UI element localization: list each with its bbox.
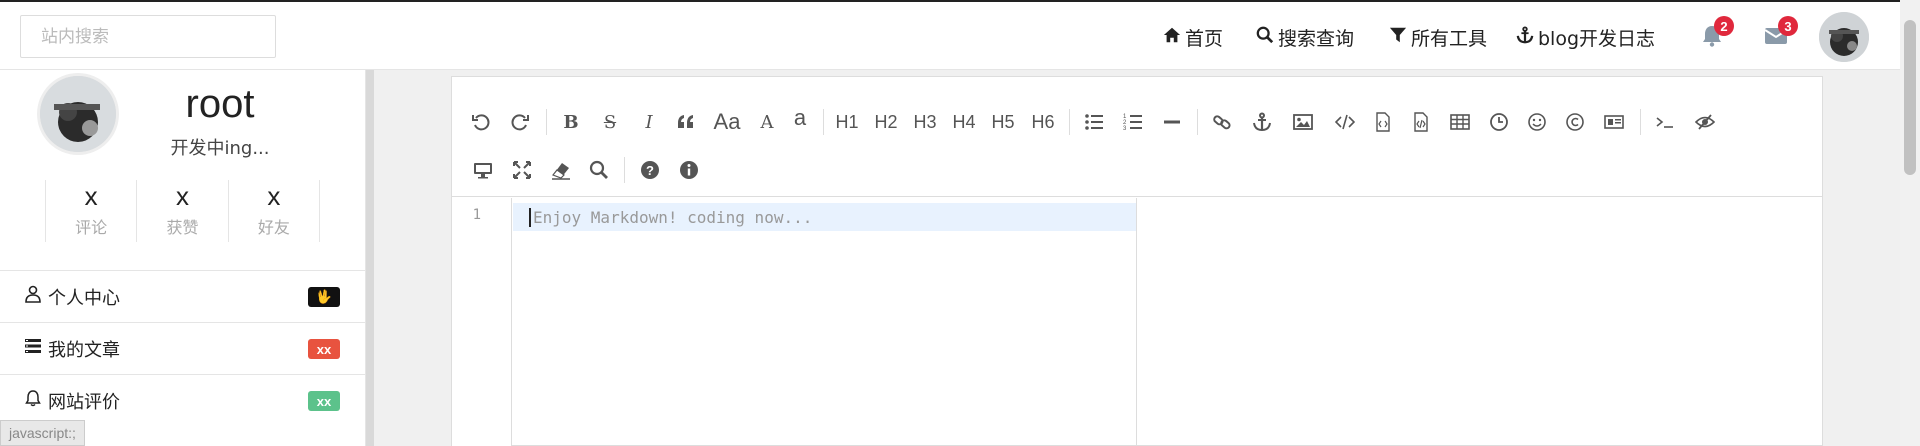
profile-status: 开发中ing... [170, 138, 270, 159]
anchor-icon [1516, 26, 1534, 49]
home-icon [1163, 26, 1181, 49]
stat-label: 评论 [75, 218, 108, 237]
stat-value: x [267, 181, 281, 211]
unordered-list-icon[interactable] [1079, 107, 1109, 137]
link-icon[interactable] [1207, 107, 1237, 137]
profile-avatar[interactable] [40, 76, 116, 152]
markdown-preview [1138, 198, 1822, 446]
list-icon [24, 337, 48, 360]
sidebar-badge: 🖖 [308, 287, 340, 307]
stat-friends[interactable]: x 好友 [227, 180, 320, 242]
stat-value: x [175, 181, 189, 211]
user-avatar[interactable] [1819, 12, 1869, 62]
ordered-list-icon[interactable]: 123 [1118, 107, 1148, 137]
markdown-editor: B S I Aa A a H1 H2 H3 H4 H5 H6 123 ? 1 E… [451, 76, 1823, 446]
sidebar-item-reviews[interactable]: 网站评价 xx [0, 374, 366, 426]
envelope-icon [1764, 28, 1788, 52]
sidebar-item-label: 网站评价 [48, 391, 120, 413]
stat-comments[interactable]: x 评论 [45, 180, 136, 242]
info-icon[interactable] [674, 155, 704, 185]
table-icon[interactable] [1445, 107, 1475, 137]
image-icon[interactable] [1288, 107, 1318, 137]
nav-devlog-label: blog开发日志 [1538, 28, 1656, 50]
h1-button[interactable]: H1 [832, 107, 862, 137]
datetime-icon[interactable] [1484, 107, 1514, 137]
bold-icon[interactable]: B [556, 107, 586, 137]
scrollbar-thumb[interactable] [1904, 20, 1916, 175]
notifications-button[interactable]: 2 [1700, 16, 1734, 52]
sidebar-item-label: 个人中心 [48, 287, 120, 309]
sidebar-item-articles[interactable]: 我的文章 xx [0, 322, 366, 374]
fullscreen-icon[interactable] [507, 155, 537, 185]
search-icon[interactable] [584, 155, 614, 185]
h6-button[interactable]: H6 [1028, 107, 1058, 137]
nav-home-label: 首页 [1185, 28, 1224, 50]
nav-home[interactable]: 首页 [1163, 24, 1223, 51]
help-icon[interactable]: ? [635, 155, 665, 185]
h5-button[interactable]: H5 [988, 107, 1018, 137]
user-icon [24, 285, 48, 308]
eraser-icon[interactable] [546, 155, 576, 185]
stat-likes[interactable]: x 获赞 [136, 180, 227, 242]
markdown-input[interactable]: Enjoy Markdown! coding now... [513, 198, 1137, 446]
editor-placeholder: Enjoy Markdown! coding now... [529, 208, 812, 227]
horizontal-rule-icon[interactable] [1157, 107, 1187, 137]
uppercase-icon[interactable]: A [752, 107, 782, 137]
lowercase-icon[interactable]: a [785, 103, 815, 133]
page-break-icon[interactable] [1599, 107, 1629, 137]
sidebar-item-label: 我的文章 [48, 339, 120, 361]
h4-button[interactable]: H4 [949, 107, 979, 137]
sidebar-menu: 个人中心 🖖 我的文章 xx 网站评价 xx [0, 270, 366, 426]
link-status-hint: javascript:; [0, 420, 85, 446]
nav-devlog[interactable]: blog开发日志 [1516, 24, 1655, 51]
svg-text:3: 3 [1123, 126, 1127, 132]
search-icon [1256, 26, 1274, 49]
editor-toolbar: B S I Aa A a H1 H2 H3 H4 H5 H6 123 ? [452, 77, 1822, 197]
h3-button[interactable]: H3 [910, 107, 940, 137]
profile-username: root [185, 82, 255, 126]
undo-icon[interactable] [466, 107, 496, 137]
stat-value: x [84, 181, 98, 211]
page-scrollbar[interactable] [1900, 0, 1920, 446]
stat-label: 好友 [257, 218, 290, 237]
notification-count-badge: 2 [1714, 16, 1734, 36]
stat-label: 获赞 [166, 218, 199, 237]
copyright-icon[interactable] [1560, 107, 1590, 137]
line-number-gutter: 1 [452, 198, 512, 446]
top-navbar: 首页 搜索查询 所有工具 blog开发日志 2 3 [0, 0, 1900, 70]
nav-search-label: 搜索查询 [1278, 28, 1355, 50]
line-number: 1 [472, 207, 481, 223]
sidebar: root 开发中ing... x 评论 x 获赞 x 好友 个人中心 🖖 我的文… [0, 70, 366, 446]
nav-tools[interactable]: 所有工具 [1389, 24, 1487, 51]
nav-search[interactable]: 搜索查询 [1256, 24, 1354, 51]
code-block-icon[interactable] [1368, 107, 1398, 137]
preformatted-text-icon[interactable] [1406, 107, 1436, 137]
sidebar-scrollbar[interactable] [366, 70, 374, 446]
desktop-icon[interactable] [468, 155, 498, 185]
anchor-icon[interactable] [1247, 107, 1277, 137]
site-search-input[interactable] [20, 15, 276, 58]
redo-icon[interactable] [505, 107, 535, 137]
h2-button[interactable]: H2 [871, 107, 901, 137]
quote-icon[interactable] [671, 107, 701, 137]
eye-slash-icon[interactable] [1690, 107, 1720, 137]
profile-stats: x 评论 x 获赞 x 好友 [45, 180, 320, 242]
capitalize-icon[interactable]: Aa [712, 107, 742, 137]
italic-icon[interactable]: I [634, 107, 664, 137]
code-icon[interactable] [1330, 107, 1360, 137]
nav-tools-label: 所有工具 [1411, 28, 1488, 50]
bell-icon [24, 389, 48, 412]
bell-icon [1700, 26, 1724, 52]
sidebar-item-profile[interactable]: 个人中心 🖖 [0, 270, 366, 322]
sidebar-badge: xx [308, 339, 340, 359]
sidebar-badge: xx [308, 391, 340, 411]
filter-icon [1389, 26, 1407, 49]
terminal-icon[interactable] [1650, 107, 1680, 137]
svg-text:?: ? [646, 163, 654, 178]
strikethrough-icon[interactable]: S [595, 107, 625, 137]
message-count-badge: 3 [1778, 16, 1798, 36]
emoji-icon[interactable] [1522, 107, 1552, 137]
messages-button[interactable]: 3 [1764, 16, 1798, 52]
